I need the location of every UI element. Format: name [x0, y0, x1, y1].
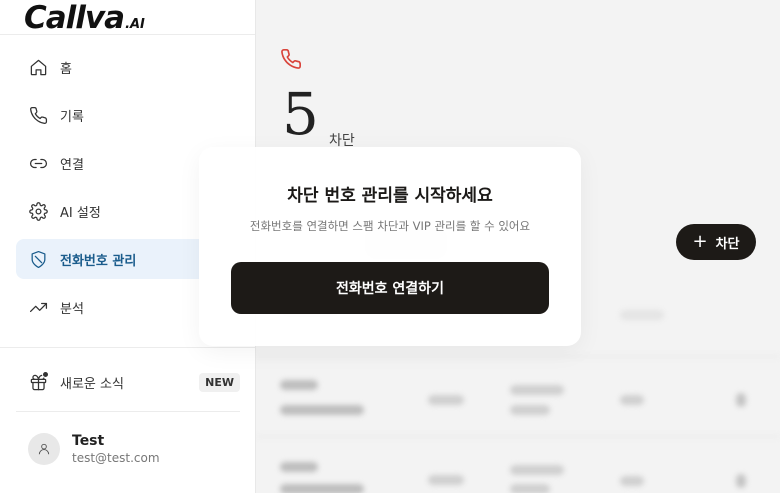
sidebar-item-label: 분석: [60, 301, 84, 317]
user-profile[interactable]: Test test@test.com: [28, 433, 160, 465]
user-email: test@test.com: [72, 451, 160, 465]
gear-icon: [28, 201, 48, 221]
sidebar-item-label: 연결: [60, 157, 84, 173]
news-label: 새로운 소식: [60, 376, 124, 392]
user-icon: [38, 443, 50, 455]
sidebar-item-label: 기록: [60, 109, 84, 125]
trending-up-icon: [28, 297, 48, 317]
logo-text: Callva: [24, 0, 125, 36]
divider: [0, 34, 255, 35]
sidebar-item-records[interactable]: 기록: [16, 95, 240, 135]
modal-subtitle: 전화번호를 연결하면 스팸 차단과 VIP 관리를 할 수 있어요: [249, 219, 531, 233]
sidebar-item-label: 전화번호 관리: [60, 253, 137, 269]
connect-phone-button[interactable]: 전화번호 연결하기: [231, 262, 549, 314]
shield-icon: [28, 249, 48, 269]
phone-icon: [280, 48, 302, 74]
sidebar-item-home[interactable]: 홈: [16, 47, 240, 87]
link-icon: [28, 153, 48, 173]
blocked-count: 5: [282, 80, 319, 148]
logo-suffix: .AI: [125, 17, 145, 32]
connect-phone-modal: 차단 번호 관리를 시작하세요 전화번호를 연결하면 스팸 차단과 VIP 관리…: [199, 147, 581, 346]
add-block-label: 차단: [715, 236, 740, 252]
phone-icon: [28, 105, 48, 125]
avatar: [28, 433, 60, 465]
add-block-button[interactable]: + 차단: [676, 224, 756, 260]
home-icon: [28, 57, 48, 77]
plus-icon: +: [692, 231, 708, 252]
divider: [0, 347, 255, 348]
notification-dot: [42, 371, 49, 378]
modal-title: 차단 번호 관리를 시작하세요: [287, 186, 493, 206]
sidebar-item-label: AI 설정: [60, 205, 101, 221]
sidebar-item-label: 홈: [60, 61, 72, 77]
user-name: Test: [72, 433, 105, 449]
new-badge: NEW: [199, 372, 240, 392]
divider: [16, 411, 240, 412]
logo[interactable]: Callva .AI: [24, 0, 145, 36]
gift-icon: [28, 371, 49, 392]
news-item[interactable]: 새로운 소식 NEW: [16, 362, 240, 402]
